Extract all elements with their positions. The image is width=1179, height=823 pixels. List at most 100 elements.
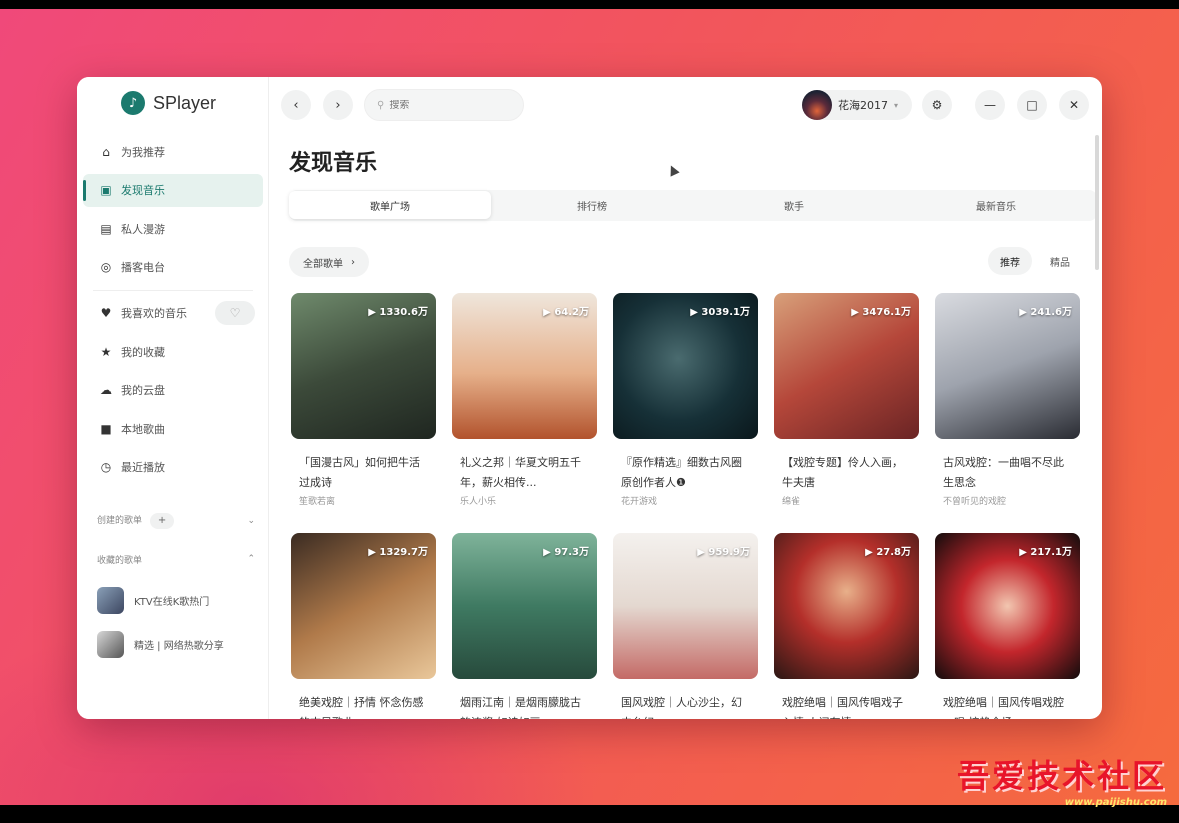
- chevron-up-icon[interactable]: ⌃: [247, 554, 255, 564]
- sidebar-item-podcast[interactable]: ◎ 播客电台: [83, 251, 263, 284]
- playlist-creator: 乐人小乐: [460, 497, 497, 507]
- sidebar-item-personal-fm[interactable]: ▤ 私人漫游: [83, 212, 263, 245]
- playlist-cover: ▶ 241.6万: [935, 293, 1080, 439]
- playlist-cover: [97, 630, 124, 658]
- sort-recommend[interactable]: 推荐: [988, 247, 1032, 275]
- tab-charts[interactable]: 排行榜: [491, 191, 693, 219]
- search-box[interactable]: ⚲: [364, 89, 524, 121]
- playlist-title: 「国漫古风」如何把牛活过成诗: [299, 456, 420, 489]
- playlist-grid: ▶ 1330.6万 「国漫古风」如何把牛活过成诗 笙歌若离 ▶ 64.2万 礼义…: [291, 293, 1081, 719]
- add-playlist-button[interactable]: +: [150, 513, 175, 529]
- gear-icon: ⚙: [931, 98, 943, 112]
- sidebar-item-label: 我的云盘: [121, 384, 165, 397]
- sidebar-item-discover[interactable]: ▣ 发现音乐: [83, 173, 263, 207]
- playlist-label: KTV在线K歌热门: [134, 596, 210, 608]
- playlist-sections: 创建的歌单 + ⌄ 收藏的歌单 ⌃ KTV在线K歌热门 精选 | 网络热歌分享: [77, 502, 269, 666]
- playlist-card[interactable]: ▶ 3476.1万 【戏腔专题】伶人入画，牛夫唐 绵雀: [774, 293, 919, 533]
- forward-button[interactable]: ›: [323, 90, 353, 120]
- watermark: 吾爱技术社区 www.paijishu.com: [957, 751, 1167, 808]
- created-playlists-header[interactable]: 创建的歌单 + ⌄: [77, 502, 269, 540]
- playlist-card[interactable]: ▶ 27.8万 戏腔绝唱｜国风传唱戏子入情 人间有情: [774, 533, 919, 719]
- sidebar-divider: [93, 289, 253, 291]
- playlist-cover: ▶ 3039.1万: [613, 293, 758, 439]
- sidebar-playlist-item[interactable]: 精选 | 网络热歌分享: [77, 622, 269, 666]
- close-button[interactable]: ✕: [1059, 90, 1089, 120]
- collected-playlists-header[interactable]: 收藏的歌单 ⌃: [77, 540, 269, 578]
- tab-new-music[interactable]: 最新音乐: [895, 191, 1097, 219]
- heartbeat-mode-button[interactable]: ♡: [215, 300, 255, 325]
- sidebar-nav: ⌂ 为我推荐 ▣ 发现音乐 ▤ 私人漫游 ◎ 播客电台 ♥ 我喜欢的音乐 ♡ ★…: [83, 135, 263, 489]
- playlist-card[interactable]: ▶ 1330.6万 「国漫古风」如何把牛活过成诗 笙歌若离: [291, 293, 436, 533]
- avatar: [802, 90, 832, 120]
- search-icon: ⚲: [377, 99, 385, 111]
- sidebar-item-recommend[interactable]: ⌂ 为我推荐: [83, 135, 263, 168]
- playlist-cover: ▶ 64.2万: [452, 293, 597, 439]
- sort-toggle: 推荐 精品: [988, 247, 1082, 275]
- playlist-creator: 绵雀: [782, 497, 801, 507]
- settings-button[interactable]: ⚙: [922, 90, 952, 120]
- chevron-left-icon: ‹: [293, 97, 299, 113]
- chevron-down-icon[interactable]: ⌄: [247, 516, 255, 526]
- app-logo[interactable]: ♪ SPlayer: [121, 91, 216, 115]
- playlist-title: 『原作精选』细数古风圈原创作者人❶: [621, 456, 742, 489]
- sidebar-item-history[interactable]: ◷ 最近播放: [83, 451, 263, 484]
- heart-icon: ♥: [100, 306, 112, 320]
- music-note-icon: ♪: [121, 91, 145, 115]
- app-window: ♪ SPlayer ⌂ 为我推荐 ▣ 发现音乐 ▤ 私人漫游 ◎ 播客电台 ♥: [77, 77, 1102, 719]
- playlist-cover: ▶ 27.8万: [774, 533, 919, 679]
- playlist-card[interactable]: ▶ 3039.1万 『原作精选』细数古风圈原创作者人❶ 花开游戏: [613, 293, 758, 533]
- playlist-card[interactable]: ▶ 217.1万 戏腔绝唱｜国风传唱戏腔一唱 惊艳全场: [935, 533, 1080, 719]
- collected-playlists-label: 收藏的歌单: [97, 555, 143, 566]
- playlist-title: 国风戏腔｜人心沙尘，幻中台幻: [621, 696, 742, 719]
- playlist-cover: ▶ 1330.6万: [291, 293, 436, 439]
- sort-featured[interactable]: 精品: [1038, 247, 1082, 275]
- back-button[interactable]: ‹: [281, 90, 311, 120]
- main-content: ‹ › ⚲ 花海2017 ▾ ⚙ — □ ✕ 发现音乐 歌单广场 排行榜 歌手 …: [269, 77, 1102, 719]
- sidebar-item-label: 本地歌曲: [121, 422, 165, 436]
- created-playlists-label: 创建的歌单: [97, 516, 143, 526]
- tab-artists[interactable]: 歌手: [693, 191, 895, 219]
- chevron-right-icon: ›: [351, 256, 355, 268]
- sidebar-item-label: 最近播放: [121, 461, 165, 474]
- sidebar-playlist-item[interactable]: KTV在线K歌热门: [77, 578, 269, 622]
- filter-label: 全部歌单: [303, 258, 343, 270]
- discover-tabs: 歌单广场 排行榜 歌手 最新音乐: [289, 191, 1097, 223]
- playlist-cover: [97, 586, 124, 614]
- main-scrollbar[interactable]: [1095, 135, 1099, 270]
- playlist-card[interactable]: ▶ 64.2万 礼义之邦｜华夏文明五千年，薪火相传... 乐人小乐: [452, 293, 597, 533]
- watermark-text: 吾爱技术社区: [956, 757, 1167, 795]
- tab-playlist-square[interactable]: 歌单广场: [289, 191, 491, 219]
- playlist-title: 古风戏腔：一曲唱不尽此生思念: [943, 456, 1064, 489]
- play-count: ▶ 3476.1万: [851, 307, 911, 318]
- playlist-title: 礼义之邦｜华夏文明五千年，薪火相传...: [460, 456, 581, 489]
- playlist-cover: ▶ 217.1万: [935, 533, 1080, 679]
- playlist-title: 戏腔绝唱｜国风传唱戏子入情 人间有情: [782, 696, 903, 719]
- play-count: ▶ 3039.1万: [690, 307, 750, 318]
- playlist-card[interactable]: ▶ 97.3万 烟雨江南｜是烟雨朦胧古韵浓酱 如诗如画: [452, 533, 597, 719]
- minimize-button[interactable]: —: [975, 90, 1005, 120]
- playlist-creator: 花开游戏: [621, 497, 658, 507]
- sidebar-item-local[interactable]: ■ 本地歌曲: [83, 412, 263, 445]
- star-icon: ★: [100, 344, 112, 359]
- minimize-icon: —: [984, 98, 996, 112]
- sidebar-item-cloud[interactable]: ☁ 我的云盘: [83, 374, 263, 407]
- cloud-icon: ☁: [100, 383, 112, 397]
- user-menu[interactable]: 花海2017 ▾: [802, 90, 912, 120]
- sidebar-item-liked-music[interactable]: ♥ 我喜欢的音乐 ♡: [83, 297, 263, 330]
- history-icon: ◷: [100, 460, 112, 474]
- playlist-card[interactable]: ▶ 959.9万 国风戏腔｜人心沙尘，幻中台幻: [613, 533, 758, 719]
- play-count: ▶ 1329.7万: [368, 547, 428, 558]
- play-count: ▶ 1330.6万: [368, 307, 428, 318]
- sidebar-item-label: 我喜欢的音乐: [121, 307, 187, 320]
- playlist-card[interactable]: ▶ 1329.7万 绝美戏腔｜抒情 怀念伤感的古风歌曲: [291, 533, 436, 719]
- search-input[interactable]: [389, 99, 500, 111]
- folder-icon: ■: [100, 421, 112, 436]
- playlist-card[interactable]: ▶ 241.6万 古风戏腔：一曲唱不尽此生思念 不曾听见的戏腔: [935, 293, 1080, 533]
- top-bar: ‹ › ⚲ 花海2017 ▾ ⚙ — □ ✕: [269, 77, 1102, 135]
- maximize-button[interactable]: □: [1017, 90, 1047, 120]
- sidebar-item-label: 播客电台: [121, 261, 165, 274]
- playlist-category-button[interactable]: 全部歌单 ›: [289, 247, 369, 277]
- podcast-icon: ◎: [100, 260, 112, 274]
- page-title: 发现音乐: [289, 151, 378, 176]
- sidebar-item-favorites[interactable]: ★ 我的收藏: [83, 335, 263, 368]
